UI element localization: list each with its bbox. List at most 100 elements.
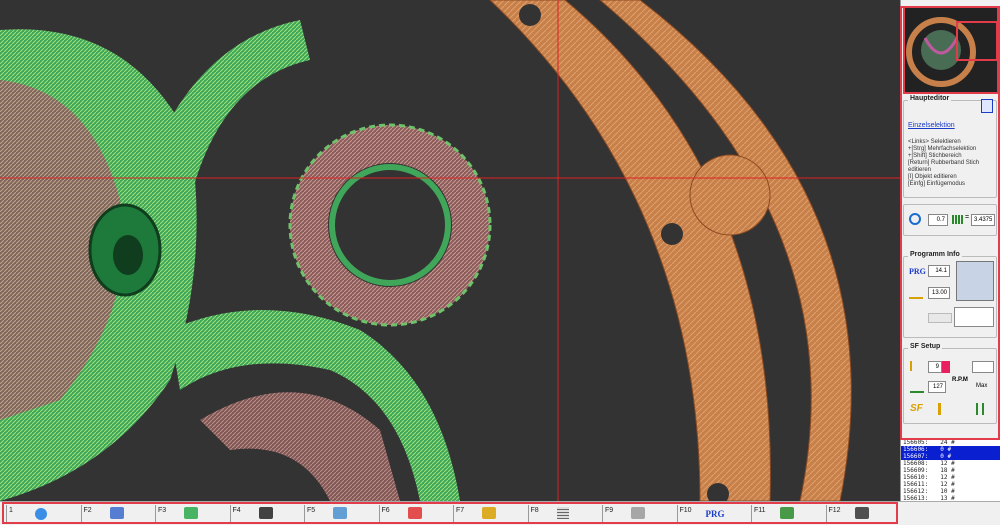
stitch-value: 10 # — [940, 488, 955, 495]
fkey-f5-button[interactable]: F5 — [304, 505, 378, 523]
tools-icon — [482, 507, 496, 519]
stitch-list-row[interactable]: 156608: 12 # — [901, 460, 1000, 467]
fkey-label: F2 — [83, 507, 92, 514]
fkey-f8-button[interactable]: F8 — [527, 505, 602, 523]
color-swatch[interactable] — [942, 361, 950, 373]
program-field-b — [954, 307, 994, 327]
stitch-id: 156605: — [903, 439, 929, 446]
stitch-list-row[interactable]: 156606: 0 # — [901, 446, 1000, 453]
stitch-value: 12 # — [940, 460, 955, 467]
colors-icon — [184, 507, 198, 519]
stitch-list-row[interactable]: 156610: 12 # — [901, 474, 1000, 481]
fkey-1-button[interactable]: 1 — [6, 505, 80, 523]
fkey-f3-button[interactable]: F3 — [155, 505, 229, 523]
fkey-f4-button[interactable]: F4 — [229, 505, 304, 523]
fkey-f12-button[interactable]: F12 — [825, 505, 900, 523]
fkey-label: F6 — [381, 507, 390, 514]
stitch-value: 12 # — [940, 474, 955, 481]
stitch-id: 156606: — [903, 446, 929, 453]
zoom-ratio[interactable]: 3.4375 — [971, 214, 995, 226]
stitch-value: 0 # — [940, 446, 952, 453]
fkey-label: F11 — [754, 507, 766, 514]
fkey-f7-button[interactable]: F7 — [453, 505, 527, 523]
help-line: [Return] Rubberband Stich editieren — [908, 160, 980, 173]
monitor-icon — [333, 507, 347, 519]
stitch-list-row[interactable]: 156607: 0 # — [901, 453, 1000, 460]
fkey-f11-button[interactable]: F11 — [751, 505, 825, 523]
color-palette-icon — [258, 507, 273, 519]
sf-field-empty[interactable] — [972, 361, 994, 373]
sf-setup-title: SF Setup — [908, 343, 943, 350]
design-navigator[interactable] — [903, 6, 999, 94]
sewing-machine-icon — [407, 507, 422, 519]
stitch-list-row[interactable]: 156605: 24 # — [901, 439, 1000, 446]
fkey-f2-button[interactable]: F2 — [80, 505, 155, 523]
help-line: [I] Objekt editieren — [908, 174, 957, 180]
prg-value: 14.1 — [928, 265, 950, 277]
grid-icon — [556, 507, 569, 519]
needle-down-icon[interactable] — [976, 403, 984, 415]
help-line: [Einfg] Einfügemodus — [908, 181, 966, 187]
sf-value-a[interactable]: 9 — [928, 361, 942, 373]
program-field-a — [928, 313, 952, 323]
stitch-value: 0 # — [940, 453, 952, 460]
stitch-list-row[interactable]: 156612: 10 # — [901, 488, 1000, 495]
sf-logo-icon: SF — [910, 403, 923, 414]
program-info-group: Programm Info PRG 14.1 13.00 — [903, 251, 997, 338]
stitch-density-icon — [952, 215, 964, 224]
stitch-list[interactable]: 156605: 24 # 156606: 0 # 156607: 0 # 156608: 12… — [900, 439, 1000, 501]
fkey-label: F9 — [605, 507, 614, 514]
equals-sign: = — [965, 214, 970, 221]
max-label: Max — [976, 383, 988, 389]
fkey-label: F12 — [828, 507, 841, 514]
fkey-label: F8 — [530, 507, 539, 514]
stitch-length-icon — [909, 289, 923, 299]
fkey-label: F10 — [679, 507, 692, 514]
haupteditor-title: Haupteditor — [908, 95, 952, 102]
haupteditor-group: Haupteditor Einzelselektion <Links> Sele… — [903, 95, 997, 198]
stitch-id: 156610: — [903, 474, 929, 481]
stitch-id: 156611: — [903, 481, 929, 488]
zoom-value[interactable]: 0.7 — [928, 214, 948, 226]
zoom-icon[interactable] — [909, 213, 921, 225]
help-icon — [35, 508, 47, 520]
fkey-label: F7 — [456, 507, 465, 514]
design-drawing — [0, 0, 900, 501]
thread-icon — [910, 361, 922, 371]
help-line: <Links> Selektieren — [908, 139, 961, 145]
zoom-group: 0.7 = 3.4375 — [903, 204, 997, 236]
stitch-length-value: 13.00 — [928, 287, 950, 299]
scissors-icon — [854, 507, 869, 519]
fkey-label: F5 — [307, 507, 316, 514]
fkey-f9-button[interactable]: F9 — [602, 505, 676, 523]
stitch-id: 156609: — [903, 467, 929, 474]
fkey-f10-button[interactable]: F10 PRG — [676, 505, 751, 523]
prg-icon: PRG — [705, 509, 725, 519]
stitch-list-row[interactable]: 156611: 12 # — [901, 481, 1000, 488]
stitch-list-row[interactable]: 156609: 18 # — [901, 467, 1000, 474]
stitch-id: 156608: — [903, 460, 929, 467]
fkey-label: F4 — [232, 507, 241, 514]
program-info-title: Programm Info — [908, 251, 962, 258]
side-panel: Haupteditor Einzelselektion <Links> Sele… — [900, 0, 1000, 501]
stitch-id: 156612: — [903, 488, 929, 495]
editor-mode-icon[interactable] — [981, 99, 993, 113]
add-object-icon — [631, 507, 645, 519]
needle-icon — [780, 507, 794, 519]
save-icon — [109, 507, 124, 519]
help-line: +[Shift] Stichbereich — [908, 153, 962, 159]
fkey-label: 1 — [9, 507, 13, 514]
needle-up-icon[interactable] — [938, 403, 941, 415]
sf-setup-group: SF Setup 9 127 R.P.M Max SF — [903, 343, 997, 424]
stitch-value: 12 # — [940, 481, 955, 488]
sf-value-b[interactable]: 127 — [928, 381, 946, 393]
fkey-f6-button[interactable]: F6 — [378, 505, 453, 523]
help-line: +[Strg] Mehrfachselektion — [908, 146, 977, 152]
speed-icon — [910, 381, 924, 393]
stitch-value: 18 # — [940, 467, 955, 474]
program-preview — [956, 261, 994, 301]
selection-mode-link[interactable]: Einzelselektion — [908, 122, 955, 129]
fkey-label: F3 — [158, 507, 167, 514]
embroidery-canvas[interactable] — [0, 0, 900, 501]
navigator-preview — [906, 17, 997, 87]
